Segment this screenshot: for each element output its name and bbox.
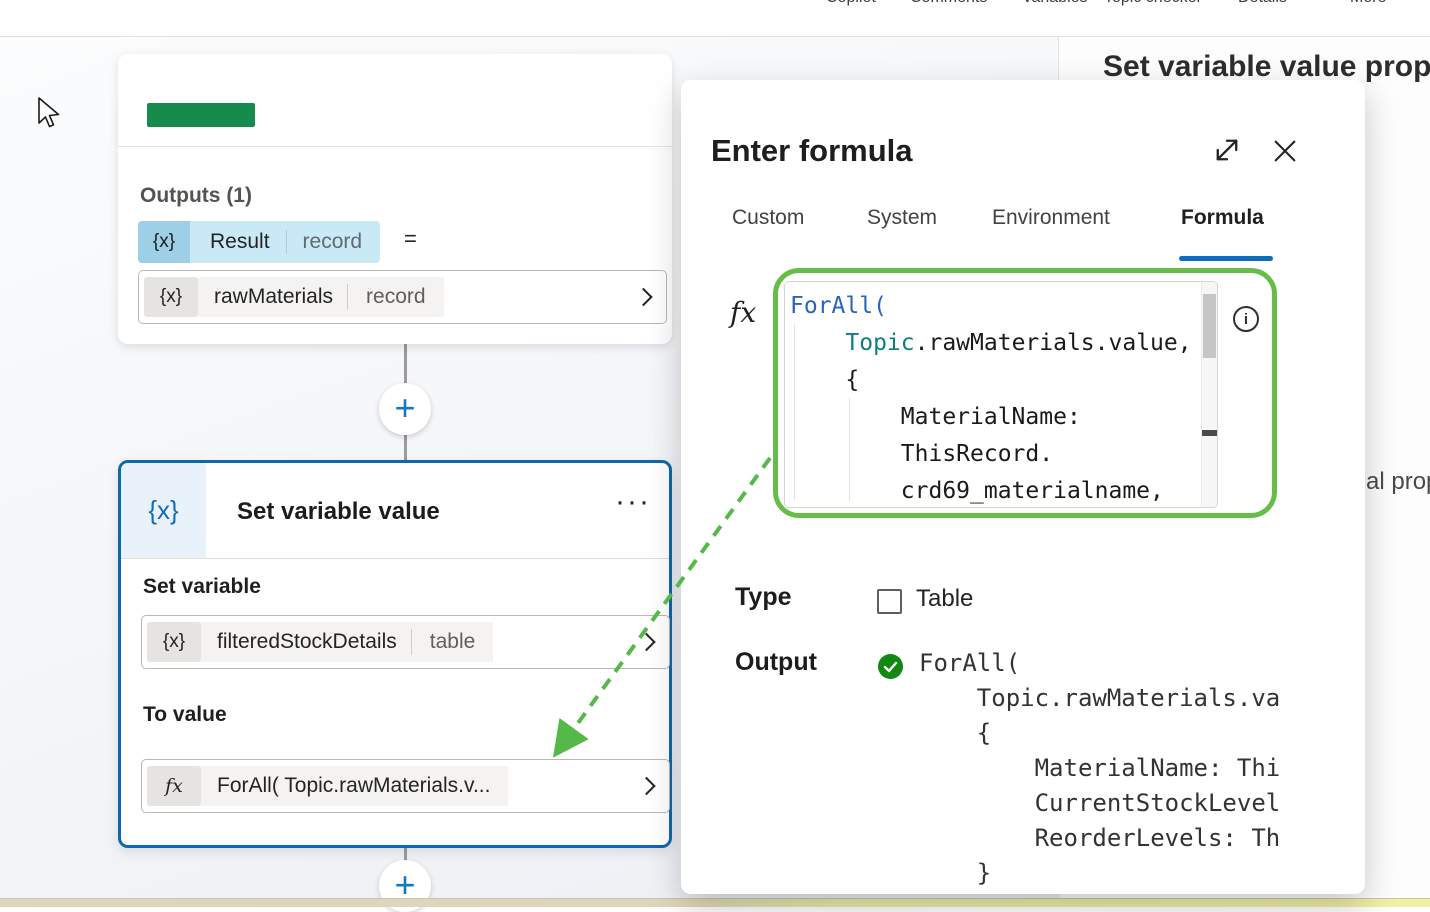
to-value-label: To value — [143, 703, 227, 727]
output-label: Output — [735, 648, 817, 677]
fx-icon: fx — [147, 766, 201, 806]
set-variable-name: filteredStockDetails — [217, 630, 397, 654]
editor-scrollbar[interactable] — [1201, 282, 1217, 507]
tab-formula[interactable]: Formula — [1181, 206, 1264, 230]
menu-item-more[interactable]: More — [1350, 0, 1386, 7]
equals-sign: = — [404, 226, 417, 252]
node-divider — [118, 146, 672, 147]
raw-materials-type: record — [347, 284, 426, 310]
expand-icon — [1212, 135, 1242, 165]
result-variable-type: record — [286, 230, 363, 254]
dialog-title: Enter formula — [711, 133, 913, 169]
fx-label: fx — [730, 296, 756, 329]
tab-system[interactable]: System — [867, 206, 937, 230]
to-value-field[interactable]: fx ForAll( Topic.rawMaterials.v... — [141, 759, 670, 813]
tab-custom[interactable]: Custom — [732, 206, 804, 230]
menu-item-copilot[interactable]: Copilot — [826, 0, 876, 7]
menu-item-topic-checker[interactable]: Topic checker — [1104, 0, 1202, 7]
scrollbar-thumb[interactable] — [1203, 294, 1216, 358]
type-value: Table — [916, 585, 973, 613]
tab-environment[interactable]: Environment — [992, 206, 1110, 230]
expand-dialog-button[interactable] — [1212, 135, 1246, 169]
more-options-icon[interactable]: ··· — [615, 485, 651, 519]
menu-item-details[interactable]: Details — [1238, 0, 1287, 7]
green-status-bar — [147, 103, 255, 127]
set-variable-type: table — [411, 629, 476, 655]
set-variable-field[interactable]: {x} filteredStockDetails table — [141, 615, 670, 669]
table-type-icon — [877, 589, 902, 614]
active-tab-underline — [1179, 256, 1273, 261]
type-label: Type — [735, 583, 792, 612]
raw-materials-field[interactable]: {x} rawMaterials record — [138, 270, 667, 324]
close-icon — [1271, 137, 1299, 165]
chevron-right-icon[interactable] — [634, 288, 652, 306]
result-variable-chip[interactable]: {x} Result record — [138, 221, 380, 263]
formula-editor-code[interactable]: ForAll( Topic.rawMaterials.value, { Mate… — [790, 288, 1192, 508]
success-check-icon — [878, 654, 903, 679]
to-value-formula-text: ForAll( Topic.rawMaterials.v... — [217, 774, 490, 798]
menu-item-comments[interactable]: Comments — [910, 0, 987, 7]
node-divider — [121, 558, 669, 559]
flow-node-outputs[interactable]: Outputs (1) {x} Result record = {x} rawM… — [118, 54, 672, 344]
flow-node-set-variable-value[interactable]: {x} Set variable value ··· Set variable … — [118, 460, 672, 848]
scrollbar-cursor-marker — [1202, 430, 1217, 436]
set-variable-node-icon: {x} — [121, 463, 206, 558]
chevron-right-icon[interactable] — [637, 777, 655, 795]
chevron-right-icon[interactable] — [637, 633, 655, 651]
plus-icon: + — [394, 390, 415, 426]
variable-icon: {x} — [138, 221, 190, 263]
properties-panel-title: Set variable value prope — [1103, 50, 1430, 84]
properties-panel-text-fragment: al prop — [1366, 468, 1430, 496]
set-variable-label: Set variable — [143, 575, 261, 599]
outputs-section-label: Outputs (1) — [140, 184, 252, 208]
formula-editor[interactable]: ForAll( Topic.rawMaterials.value, { Mate… — [784, 281, 1218, 508]
output-preview-code: ForAll( Topic.rawMaterials.va { Material… — [919, 646, 1355, 894]
menu-item-variables[interactable]: Variables — [1022, 0, 1088, 7]
variable-icon: {x} — [144, 277, 198, 317]
top-menu-bar: Copilot Comments Variables Topic checker… — [0, 0, 1430, 37]
enter-formula-dialog: Enter formula Custom System Environment … — [681, 80, 1365, 894]
result-variable-name: Result — [210, 230, 270, 254]
close-dialog-button[interactable] — [1271, 137, 1305, 171]
raw-materials-name: rawMaterials — [214, 285, 333, 309]
add-node-button[interactable]: + — [379, 383, 431, 435]
variable-icon: {x} — [147, 622, 201, 662]
node-title: Set variable value — [237, 498, 440, 526]
info-icon[interactable]: i — [1233, 306, 1259, 332]
